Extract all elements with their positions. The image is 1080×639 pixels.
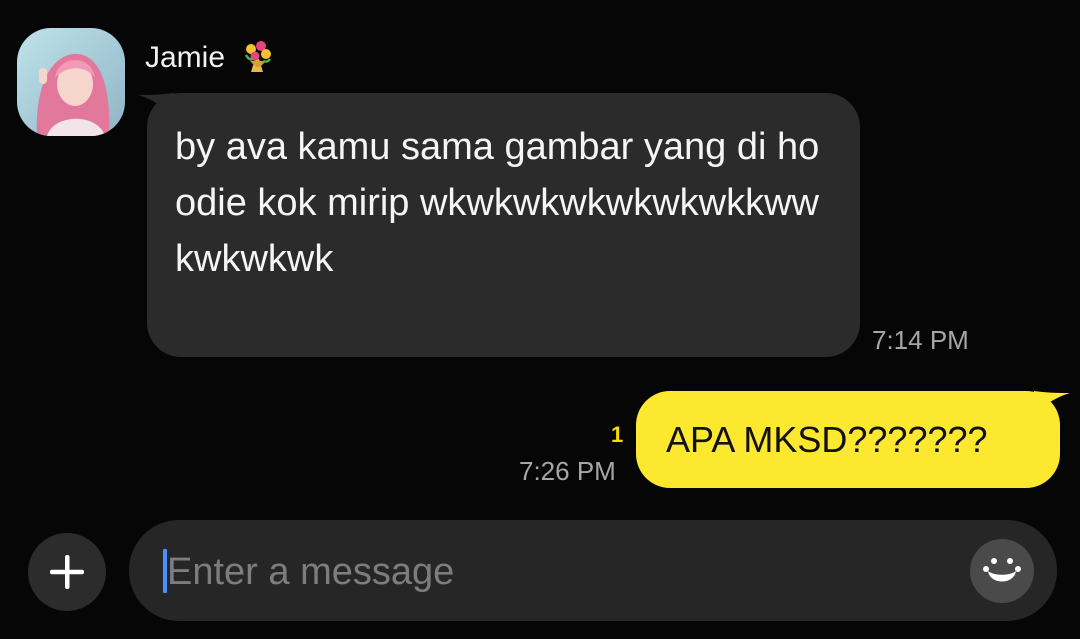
smiley-icon [983, 558, 1021, 582]
incoming-message-text: by ava kamu sama gambar yang di hoodie k… [175, 126, 820, 280]
unread-count: 1 [611, 422, 624, 447]
sender-name: Jamie [145, 38, 275, 84]
attach-button[interactable] [28, 533, 106, 611]
bouquet-icon [241, 39, 275, 84]
plus-icon [50, 555, 84, 589]
incoming-message-bubble[interactable]: by ava kamu sama gambar yang di hoodie k… [147, 93, 860, 357]
incoming-message-time: 7:14 PM [872, 325, 969, 355]
sender-name-text: Jamie [145, 41, 226, 74]
chat-screen: Jamie by ava kamu sama gambar yang di ho… [0, 0, 1080, 639]
outgoing-message-bubble[interactable]: APA MKSD??????? [636, 391, 1060, 488]
sender-avatar[interactable] [17, 28, 125, 136]
outgoing-message-time: 7:26 PM [519, 456, 616, 486]
outgoing-message-text: APA MKSD??????? [666, 418, 988, 460]
emoji-button[interactable] [970, 539, 1034, 603]
message-input[interactable]: Enter a message [167, 550, 454, 594]
